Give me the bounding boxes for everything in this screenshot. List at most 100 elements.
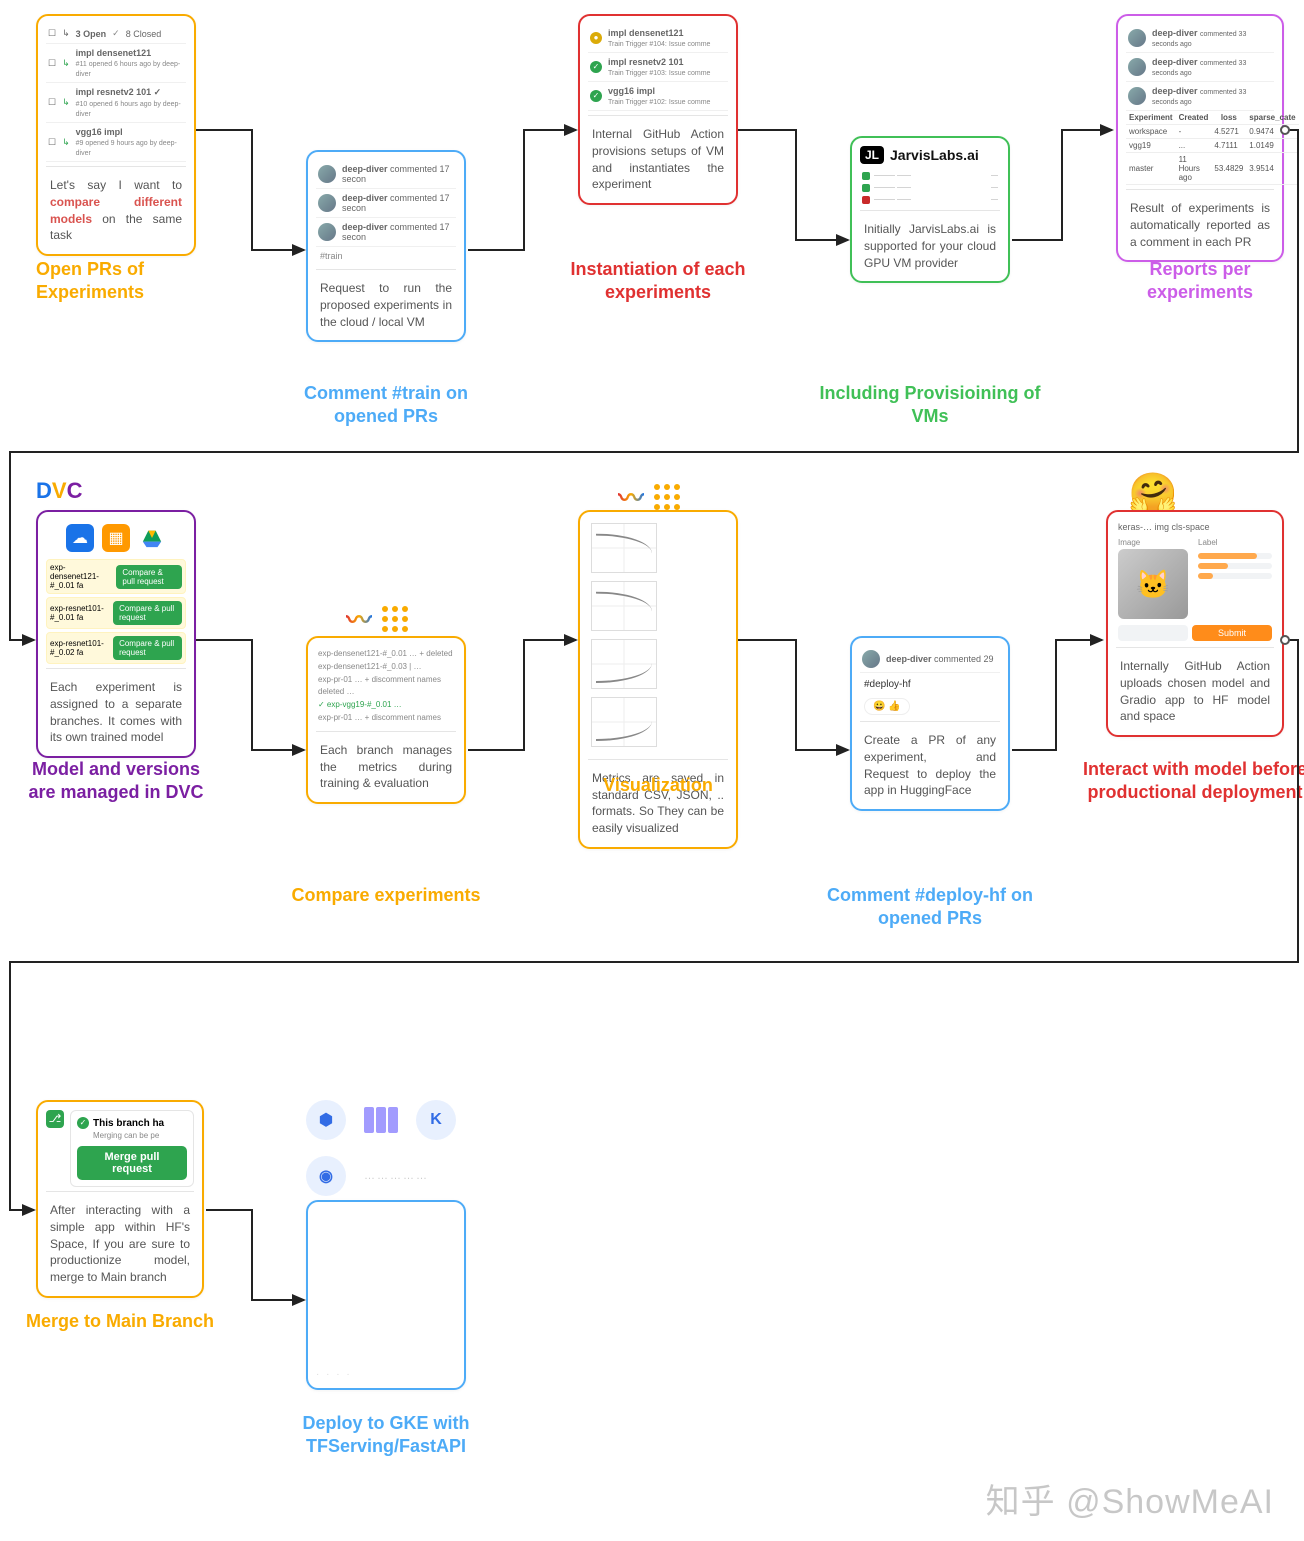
image-preview: 🐱 (1118, 549, 1188, 619)
reactions[interactable]: 😀 👍 (864, 698, 910, 715)
clear-button[interactable] (1118, 625, 1188, 641)
closed-count: 8 Closed (126, 29, 162, 39)
card-gke: · · · · (306, 1200, 466, 1390)
card-description: Create a PR of any experiment, and Reque… (860, 726, 1000, 801)
card-description: Each experiment is assigned to a separat… (46, 673, 186, 748)
cloud-run-icon: ◉ (306, 1156, 346, 1196)
caption-visualization: Visualization (568, 774, 748, 797)
pr-meta: #11 opened 6 hours ago by deep-diver (76, 61, 181, 78)
caption-interact: Interact with model before productional … (1056, 758, 1304, 805)
gke-icons-row-2: ◉ …………… (306, 1156, 429, 1196)
merge-banner-sub: Merging can be pe (77, 1129, 187, 1146)
avatar (862, 650, 880, 668)
card-deploy-hf: deep-diver commented 29 #deploy-hf 😀 👍 C… (850, 636, 1010, 811)
comment-row: deep-diver commented 17 secon (316, 160, 456, 189)
pr-meta: #9 opened 9 hours ago by deep-diver (76, 140, 177, 157)
caption-open-prs: Open PRs of Experiments (36, 258, 196, 305)
card-description: Let's say I want to compare different mo… (46, 171, 186, 246)
avatar (318, 223, 336, 241)
check-icon: ✓ (77, 1117, 89, 1129)
action-item: ✓ impl resnetv2 101 Train Trigger #103: … (588, 53, 728, 82)
pr-item[interactable]: ☐↳ impl resnetv2 101 ✓ #10 opened 6 hour… (46, 83, 186, 123)
caption-jarvis: Including Provisioining of VMs (810, 382, 1050, 429)
branch-name: exp-resnet101-#_0.02 fa (50, 639, 109, 657)
merge-banner-title: This branch ha (93, 1118, 164, 1129)
status-icon: ✓ (590, 61, 602, 73)
merge-pr-button[interactable]: Merge pull request (77, 1146, 187, 1180)
caption-deploy-hf: Comment #deploy-hf on opened PRs (816, 884, 1044, 931)
pr-list-header: ☐↳ 3 Open ✓ 8 Closed (46, 24, 186, 44)
hashtag-text: #train (316, 247, 456, 265)
flow-node-icon (1280, 125, 1290, 135)
avatar (1128, 87, 1146, 105)
compare-button[interactable]: Compare & pull request (113, 636, 182, 660)
pr-meta: #10 opened 6 hours ago by deep-diver (76, 101, 181, 118)
merge-icon: ⎇ (46, 1110, 64, 1128)
avatar (1128, 29, 1146, 47)
pr-title: impl resnetv2 101 ✓ (76, 87, 162, 97)
card-merge: ⎇ ✓ This branch ha Merging can be pe Mer… (36, 1100, 204, 1298)
card-description: Each branch manages the metrics during t… (316, 736, 456, 794)
avatar (1128, 58, 1146, 76)
card-interact: keras-… img cls-space Image 🐱 Label Subm… (1106, 510, 1284, 737)
card-compare: exp-densenet121-#_0.01 … + deleted exp-d… (306, 636, 466, 804)
tab-image[interactable]: Image (1118, 538, 1188, 549)
card-open-prs: ☐↳ 3 Open ✓ 8 Closed ☐↳ impl densenet121… (36, 14, 196, 256)
compare-button[interactable]: Compare & pull request (113, 601, 182, 625)
card-description: Internal GitHub Action provisions setups… (588, 120, 728, 195)
gke-icons-row: ⬢ K (306, 1100, 456, 1140)
tpu-icon (364, 1107, 398, 1133)
comment-body: #deploy-hf (860, 673, 1000, 696)
status-icon: ● (590, 32, 602, 44)
chart-thumbnail (591, 523, 656, 573)
caption-merge: Merge to Main Branch (20, 1310, 220, 1333)
comment-row: deep-diver commented 33 seconds ago (1126, 53, 1274, 82)
tab-label[interactable]: Label (1198, 538, 1272, 549)
card-instantiation: ● impl densenet121 Train Trigger #104: I… (578, 14, 738, 205)
jarvis-table-row: ——— ——— (860, 170, 1000, 182)
flow-node-icon (1280, 635, 1290, 645)
branch-name: exp-resnet101-#_0.01 fa (50, 604, 109, 622)
gdrive-icon (138, 524, 166, 552)
card-description: Result of experiments is automatically r… (1126, 194, 1274, 252)
branch-row: exp-pr-01 … + discomment names (318, 712, 454, 725)
s3-icon: ▦ (102, 524, 130, 552)
branch-row: deleted … (318, 686, 454, 699)
card-description: Request to run the proposed experiments … (316, 274, 456, 332)
pr-item[interactable]: ☐↳ impl densenet121 #11 opened 6 hours a… (46, 44, 186, 83)
wandb-logo-icon: 〰 (346, 600, 408, 637)
comment-row: deep-diver commented 33 seconds ago (1126, 82, 1274, 111)
branch-row: exp-densenet121-#_0.03 | … (318, 661, 454, 674)
ellipsis-icon: …………… (364, 1170, 429, 1182)
status-icon: ✓ (590, 90, 602, 102)
card-dvc: ☁ ▦ exp-densenet121-#_0.01 fa Compare & … (36, 510, 196, 758)
gcs-icon: ☁ (66, 524, 94, 552)
pr-title: impl densenet121 (76, 48, 152, 58)
chart-thumbnail (591, 697, 656, 747)
card-jarvis: JLJarvisLabs.ai ——— ——— ——— ——— ——— ——— … (850, 136, 1010, 283)
chart-thumbnail (591, 639, 656, 689)
comment-row: deep-diver commented 33 seconds ago (1126, 24, 1274, 53)
metrics-table: ExperimentCreatedlosssparse_cate workspa… (1126, 111, 1299, 185)
jarvis-table-row: ——— ——— (860, 194, 1000, 206)
jarvis-logo: JLJarvisLabs.ai (860, 146, 1000, 164)
pr-item[interactable]: ☐↳ vgg16 impl #9 opened 9 hours ago by d… (46, 123, 186, 162)
caption-gke: Deploy to GKE with TFServing/FastAPI (256, 1412, 516, 1459)
card-description: After interacting with a simple app with… (46, 1196, 194, 1288)
card-reports: deep-diver commented 33 seconds ago deep… (1116, 14, 1284, 262)
open-count: 3 Open (76, 29, 107, 39)
submit-button[interactable]: Submit (1192, 625, 1272, 641)
comment-row: deep-diver commented 17 secon (316, 189, 456, 218)
card-comment-train: deep-diver commented 17 secon deep-diver… (306, 150, 466, 342)
comment-row: deep-diver commented 29 (860, 646, 1000, 673)
card-description: Initially JarvisLabs.ai is supported for… (860, 215, 1000, 273)
action-item: ✓ vgg16 impl Train Trigger #102: Issue c… (588, 82, 728, 111)
jarvis-table-row: ——— ——— (860, 182, 1000, 194)
avatar (318, 194, 336, 212)
action-item: ● impl densenet121 Train Trigger #104: I… (588, 24, 728, 53)
branch-name: exp-densenet121-#_0.01 fa (50, 563, 112, 590)
caption-comment-train: Comment #train on opened PRs (286, 382, 486, 429)
chart-thumbnail (591, 581, 656, 631)
caption-dvc: Model and versions are managed in DVC (20, 758, 212, 805)
compare-button[interactable]: Compare & pull request (116, 565, 182, 589)
